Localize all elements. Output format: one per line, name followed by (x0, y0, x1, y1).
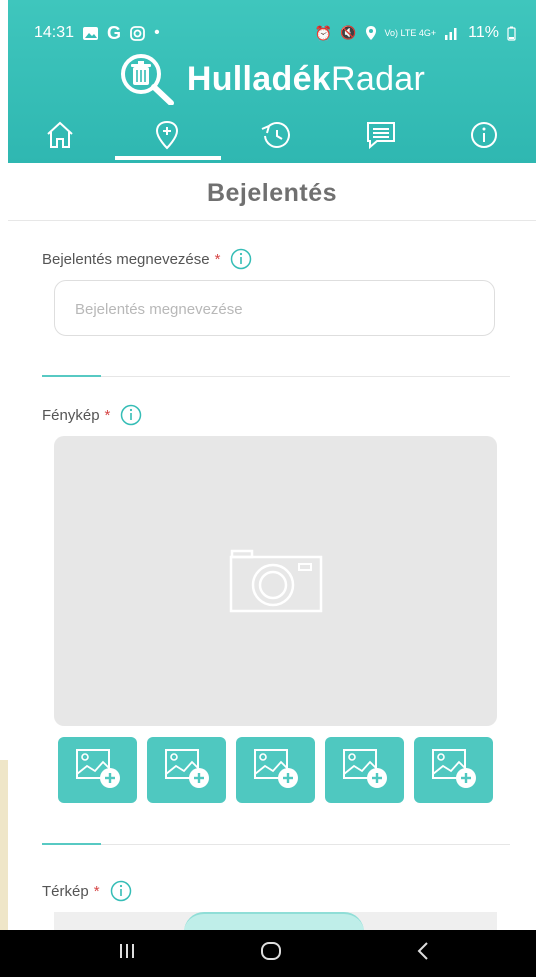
add-photo-button[interactable] (414, 737, 493, 803)
camera-icon (229, 549, 323, 618)
gallery-icon (82, 25, 99, 42)
app-name-bold: Hulladék (186, 59, 331, 98)
tab-home[interactable] (8, 112, 112, 163)
add-photo-button[interactable] (147, 737, 226, 803)
info-icon (469, 120, 499, 155)
tab-info[interactable] (432, 112, 536, 163)
history-icon (257, 120, 291, 155)
name-label: Bejelentés megnevezése (42, 250, 210, 268)
divider (42, 376, 510, 377)
screen: 14:31 G • ⏰ 🔇 Vo) LTE 4G+ 11% HulladékRa… (0, 0, 536, 977)
info-icon[interactable] (120, 404, 142, 426)
back-icon (416, 940, 430, 967)
map-label-row: Térkép * (42, 880, 132, 902)
title-bar: Bejelentés (8, 163, 536, 221)
instagram-icon (129, 25, 146, 42)
recent-apps-icon (117, 942, 137, 965)
google-icon: G (107, 22, 122, 43)
divider (42, 844, 510, 845)
recent-apps-button[interactable] (82, 930, 172, 977)
add-photo-button[interactable] (236, 737, 315, 803)
dot-icon: • (154, 24, 160, 41)
add-image-icon (252, 746, 300, 795)
info-icon[interactable] (110, 880, 132, 902)
app-view: 14:31 G • ⏰ 🔇 Vo) LTE 4G+ 11% HulladékRa… (8, 0, 536, 930)
home-button-icon (260, 940, 282, 967)
status-left: 14:31 G • (34, 23, 160, 44)
report-name-placeholder: Bejelentés megnevezése (75, 301, 243, 318)
network-label: Vo) LTE 4G+ (384, 28, 437, 38)
add-image-icon (74, 746, 122, 795)
clock: 14:31 (34, 24, 75, 41)
required-marker: * (214, 250, 221, 268)
page-title: Bejelentés (206, 179, 338, 207)
name-label-row: Bejelentés megnevezése * (42, 248, 252, 270)
mute-icon: 🔇 (340, 25, 357, 40)
main-nav (8, 112, 536, 163)
battery-icon (507, 26, 516, 41)
required-marker: * (104, 406, 111, 424)
map-view[interactable] (54, 912, 497, 930)
app-name: HulladékRadar (187, 60, 425, 99)
photo-label-row: Fénykép * (42, 404, 142, 426)
app-header: 14:31 G • ⏰ 🔇 Vo) LTE 4G+ 11% HulladékRa… (8, 0, 536, 163)
location-icon (365, 25, 377, 41)
location-plus-icon (154, 120, 180, 155)
back-button[interactable] (378, 930, 468, 977)
background-edge (0, 760, 8, 930)
active-tab-indicator (115, 156, 221, 160)
map-shape (184, 912, 364, 930)
add-image-icon (163, 746, 211, 795)
system-navigation-bar (0, 930, 536, 977)
photo-label: Fénykép (42, 406, 100, 424)
add-image-icon (430, 746, 478, 795)
status-right: ⏰ 🔇 Vo) LTE 4G+ 11% (315, 24, 516, 42)
brand: HulladékRadar (8, 53, 536, 106)
map-label: Térkép (42, 882, 89, 900)
info-icon[interactable] (230, 248, 252, 270)
status-bar: 14:31 G • ⏰ 🔇 Vo) LTE 4G+ 11% (34, 22, 516, 44)
home-button[interactable] (226, 930, 316, 977)
home-icon (45, 121, 75, 154)
tab-history[interactable] (222, 112, 326, 163)
app-name-light: Radar (331, 59, 426, 98)
report-name-input[interactable]: Bejelentés megnevezése (54, 280, 495, 336)
divider-accent (42, 843, 101, 845)
message-icon (365, 120, 397, 155)
signal-icon (444, 26, 460, 41)
divider-accent (42, 375, 101, 377)
add-image-icon (341, 746, 389, 795)
tab-messages[interactable] (329, 112, 433, 163)
required-marker: * (93, 882, 100, 900)
trash-search-icon (119, 53, 177, 106)
add-photo-button[interactable] (58, 737, 137, 803)
alarm-icon: ⏰ (314, 24, 333, 41)
add-photo-button[interactable] (325, 737, 404, 803)
battery-text: 11% (468, 24, 499, 41)
photo-thumbnails (58, 737, 498, 803)
photo-capture-area[interactable] (54, 436, 497, 726)
